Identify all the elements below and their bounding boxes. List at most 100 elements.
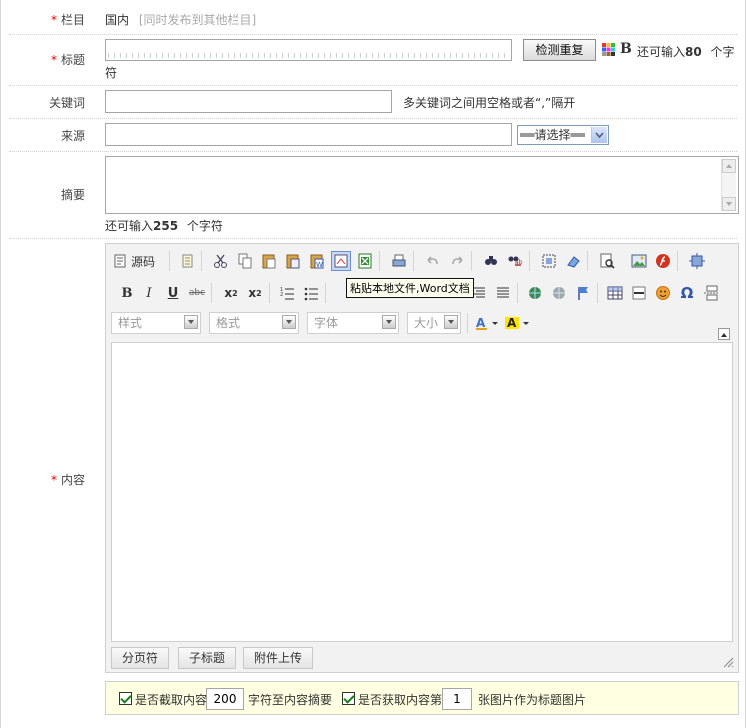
check-duplicate-button[interactable]: 检测重复 bbox=[523, 39, 596, 61]
column-label: * 栏目 bbox=[50, 13, 85, 27]
thumbnail-suffix: 张图片作为标题图片 bbox=[478, 693, 587, 707]
redo-icon[interactable] bbox=[447, 251, 467, 271]
attachment-upload-button[interactable]: 附件上传 bbox=[243, 647, 314, 669]
print-icon[interactable] bbox=[389, 251, 409, 271]
cut-length-input[interactable] bbox=[206, 688, 244, 710]
scroll-up-icon[interactable] bbox=[722, 159, 736, 173]
toolbar-separator bbox=[677, 251, 678, 271]
title-remain-count: 80 bbox=[685, 45, 702, 59]
cut-icon[interactable] bbox=[211, 251, 231, 271]
table-icon[interactable] bbox=[605, 283, 625, 303]
column-value-group: 国内 [同时发布到其他栏目] bbox=[105, 11, 256, 28]
find-icon[interactable] bbox=[481, 251, 501, 271]
remove-format-icon[interactable] bbox=[563, 251, 583, 271]
summary-remain-text: 还可输入255 个字符 bbox=[105, 219, 223, 233]
replace-icon[interactable]: ab bbox=[505, 251, 525, 271]
keywords-row: 关键词 多关键词之间用空格或者“,”隔开 bbox=[9, 85, 737, 119]
image-icon[interactable] bbox=[629, 251, 649, 271]
chevron-down-icon[interactable] bbox=[591, 127, 607, 143]
title-row: * 标题 检测重复 B 还可输入80 个字 符 bbox=[9, 34, 737, 86]
toolbar-separator bbox=[169, 251, 170, 271]
background-color-icon[interactable]: A bbox=[503, 313, 533, 333]
thumbnail-index-input[interactable] bbox=[442, 688, 472, 710]
summary-textarea[interactable] bbox=[105, 156, 739, 214]
select-all-icon[interactable] bbox=[539, 251, 559, 271]
source-label: 来源 bbox=[60, 129, 85, 143]
page-break-icon[interactable] bbox=[701, 283, 721, 303]
title-ruler bbox=[108, 53, 509, 58]
editor-content-area[interactable] bbox=[111, 342, 733, 642]
source-button-label: 源码 bbox=[131, 254, 156, 269]
size-select[interactable]: 大小 bbox=[407, 312, 461, 334]
strikethrough-icon[interactable]: abc bbox=[187, 283, 207, 303]
svg-text:ab: ab bbox=[515, 259, 523, 266]
maximize-icon[interactable] bbox=[687, 251, 707, 271]
toolbar-separator bbox=[325, 283, 326, 303]
italic-icon[interactable]: I bbox=[139, 283, 159, 303]
style-select[interactable]: 样式 bbox=[111, 312, 201, 334]
column-value: 国内 bbox=[105, 13, 130, 27]
summary-scrollbar[interactable] bbox=[721, 159, 736, 211]
bold-icon[interactable]: B bbox=[117, 283, 137, 303]
unlink-icon[interactable] bbox=[549, 283, 569, 303]
text-color-icon[interactable]: A bbox=[473, 313, 501, 333]
link-icon[interactable] bbox=[525, 283, 545, 303]
source-row: 来源 ══请选择══ bbox=[9, 118, 737, 152]
toolbar-row-1: 源码 W ab bbox=[111, 250, 731, 274]
copy-icon[interactable] bbox=[235, 251, 255, 271]
anchor-icon[interactable] bbox=[573, 283, 593, 303]
summary-row: 摘要 还可输入255 个字符 bbox=[9, 151, 739, 239]
bold-title-icon[interactable]: B bbox=[620, 41, 632, 57]
excel-icon[interactable] bbox=[355, 251, 375, 271]
resize-handle-icon[interactable] bbox=[722, 656, 734, 668]
undo-icon[interactable] bbox=[423, 251, 443, 271]
collapse-toolbar-icon[interactable] bbox=[718, 328, 730, 340]
content-label: * 内容 bbox=[50, 473, 85, 487]
paste-word-icon[interactable]: W bbox=[307, 251, 327, 271]
scroll-down-icon[interactable] bbox=[722, 197, 736, 211]
chevron-down-icon bbox=[282, 315, 296, 329]
page-break-button[interactable]: 分页符 bbox=[111, 647, 170, 669]
smiley-icon[interactable] bbox=[653, 283, 673, 303]
color-picker-icon[interactable] bbox=[602, 43, 615, 56]
toolbar-separator bbox=[587, 251, 588, 271]
font-select-label: 字体 bbox=[314, 316, 339, 330]
title-input[interactable] bbox=[105, 39, 512, 61]
publish-other-columns-link[interactable]: [同时发布到其他栏目] bbox=[139, 13, 256, 27]
title-remain-text: 还可输入80 个字 bbox=[637, 45, 735, 59]
paste-local-file-icon[interactable] bbox=[331, 251, 351, 271]
size-select-label: 大小 bbox=[414, 316, 439, 330]
source-button[interactable]: 源码 bbox=[113, 250, 155, 272]
thumbnail-checkbox[interactable] bbox=[342, 692, 355, 705]
numbered-list-icon[interactable]: 12 bbox=[277, 283, 297, 303]
font-select[interactable]: 字体 bbox=[307, 312, 399, 334]
source-input[interactable] bbox=[105, 123, 512, 146]
special-char-icon[interactable]: Ω bbox=[677, 283, 697, 303]
toolbar-separator bbox=[467, 313, 468, 333]
underline-icon[interactable]: U bbox=[163, 283, 183, 303]
bulleted-list-icon[interactable] bbox=[301, 283, 321, 303]
format-select[interactable]: 格式 bbox=[209, 312, 299, 334]
source-select[interactable]: ══请选择══ bbox=[517, 125, 609, 145]
paste-local-file-tooltip: 粘贴本地文件,Word文档 bbox=[346, 278, 474, 298]
subscript-icon[interactable]: x2 bbox=[221, 283, 241, 303]
justify-icon[interactable] bbox=[493, 283, 513, 303]
superscript-icon[interactable]: x2 bbox=[245, 283, 265, 303]
cut-content-checkbox[interactable] bbox=[119, 692, 132, 705]
paste-text-icon[interactable] bbox=[283, 251, 303, 271]
title-remain-wrap: 符 bbox=[105, 66, 118, 80]
title-label: * 标题 bbox=[50, 53, 85, 67]
preview-icon[interactable] bbox=[597, 251, 617, 271]
paste-icon[interactable] bbox=[259, 251, 279, 271]
horizontal-rule-icon[interactable] bbox=[629, 283, 649, 303]
format-select-label: 格式 bbox=[216, 316, 241, 330]
chevron-down-icon bbox=[382, 315, 396, 329]
toolbar-separator bbox=[269, 283, 270, 303]
subtitle-button[interactable]: 子标题 bbox=[178, 647, 237, 669]
templates-icon[interactable] bbox=[177, 251, 197, 271]
keywords-label: 关键词 bbox=[48, 96, 85, 110]
chevron-down-icon bbox=[184, 315, 198, 329]
flash-icon[interactable] bbox=[653, 251, 673, 271]
keywords-input[interactable] bbox=[105, 90, 392, 113]
toolbar-separator bbox=[597, 283, 598, 303]
